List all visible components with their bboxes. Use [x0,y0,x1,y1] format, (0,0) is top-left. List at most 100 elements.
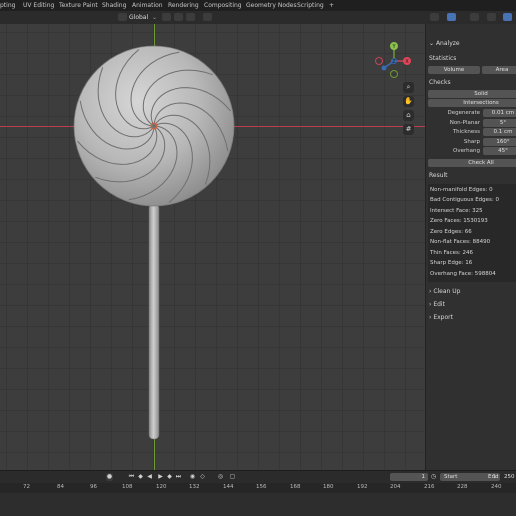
tab-uv-editing[interactable]: UV Editing [23,2,54,9]
frame-tick: 120 [156,484,167,490]
current-frame-field[interactable]: 1 [390,473,428,481]
viewport-header: Global ⌄ [0,11,516,25]
solid-button[interactable]: Solid [428,90,516,98]
result-thin-faces[interactable]: Thin Faces: 246 [430,250,473,256]
play-reverse-icon[interactable]: ◀ [146,473,153,481]
frame-tick: 132 [189,484,200,490]
keying-icon[interactable]: ◉ [189,473,196,481]
keyframe-insert-icon[interactable]: ◇ [199,473,206,481]
frame-tick: 84 [57,484,64,490]
tab-rendering[interactable]: Rendering [168,2,199,9]
next-keyframe-icon[interactable]: ◆ [166,473,173,481]
sidebar-panel: ⌄ Analyze Statistics Volume Area Checks … [425,24,516,470]
gizmo-neg-x-axis[interactable] [375,57,383,65]
intersections-button[interactable]: Intersections [428,99,516,107]
visibility-icon[interactable] [430,13,439,21]
clean-up-section[interactable]: › Clean Up [429,288,460,295]
export-label: Export [433,314,453,321]
frame-tick: 144 [223,484,234,490]
result-bad-contiguous-edges[interactable]: Bad Contiguous Edges: 0 [430,197,499,203]
area-button[interactable]: Area [482,66,516,74]
frame-tick: 72 [23,484,30,490]
result-non-flat-faces[interactable]: Non-flat Faces: 88490 [430,239,490,245]
edit-label: Edit [433,301,445,308]
clock-icon[interactable]: ◷ [430,473,437,481]
frame-ruler[interactable]: 72 84 96 108 120 132 144 156 168 180 192… [0,483,516,493]
transform-orientation-icon[interactable] [118,13,127,21]
overhang-value[interactable]: 45° [483,147,516,155]
frame-tick: 216 [424,484,435,490]
tab-geometry-nodes[interactable]: Geometry Nodes [246,2,297,9]
snap-icon[interactable] [174,13,183,21]
navigation-gizmo[interactable]: Y X Z [372,40,422,90]
keying-set-icon[interactable]: ▢ [229,473,236,481]
tab-scripting[interactable]: Scripting [297,2,324,9]
non-planar-label: Non-Planar [449,120,480,126]
export-section[interactable]: › Export [429,314,453,321]
statistics-label: Statistics [429,55,457,62]
thickness-value[interactable]: 0.1 cm [483,128,516,136]
jump-end-icon[interactable]: ⏭ [175,473,182,481]
start-label: Start [444,474,458,480]
result-intersect-face[interactable]: Intersect Face: 325 [430,208,483,214]
frame-tick: 204 [390,484,401,490]
lollipop-model[interactable] [0,24,425,470]
frame-tick: 156 [256,484,267,490]
play-icon[interactable]: ▶ [157,473,164,481]
tab-texture-paint[interactable]: Texture Paint [59,2,98,9]
volume-button[interactable]: Volume [428,66,480,74]
snap-target-icon[interactable] [186,13,195,21]
end-frame-field[interactable]: End 250 [482,473,516,481]
solid-shading-icon[interactable] [503,13,512,21]
gizmo-x-label: X [405,59,409,65]
frame-tick: 240 [491,484,502,490]
result-zero-faces[interactable]: Zero Faces: 1530193 [430,218,488,224]
frame-tick: 108 [122,484,133,490]
transform-orientation-dropdown[interactable]: Global [129,14,148,21]
overlay-icon[interactable] [470,13,479,21]
xray-icon[interactable] [487,13,496,21]
check-all-button[interactable]: Check All [428,159,516,167]
end-value: 250 [504,474,515,480]
workspace-tabs-bar: pting UV Editing Texture Paint Shading A… [0,0,516,11]
tab-compositing[interactable]: Compositing [204,2,242,9]
analyze-section-header[interactable]: ⌄ Analyze [429,40,460,47]
gizmo-toggle-icon[interactable] [447,13,456,21]
overhang-label: Overhang [453,148,480,154]
check-degenerate[interactable]: Degenerate 0.01 cm [428,109,516,117]
timeline-area[interactable] [0,493,516,516]
3d-viewport[interactable]: Y X Z ⌕ ✋ ⌂ # [0,24,425,470]
jump-start-icon[interactable]: ⏮ [128,473,135,481]
result-overhang-face[interactable]: Overhang Face: 598804 [430,271,496,277]
gizmo-neg-y-axis[interactable] [390,70,398,78]
add-workspace-button[interactable]: + [329,2,334,9]
tab-sculpting[interactable]: pting [0,2,15,9]
chevron-down-icon[interactable]: ⌄ [152,14,157,21]
pivot-point-icon[interactable] [162,13,171,21]
prev-keyframe-icon[interactable]: ◆ [137,473,144,481]
tab-animation[interactable]: Animation [132,2,163,9]
degenerate-value[interactable]: 0.01 cm [483,109,516,117]
pan-hand-icon[interactable]: ✋ [403,96,414,107]
camera-icon[interactable]: ⌂ [403,110,414,121]
frame-tick: 192 [357,484,368,490]
zoom-icon[interactable]: ⌕ [403,82,414,93]
edit-section[interactable]: › Edit [429,301,445,308]
tab-shading[interactable]: Shading [102,2,126,9]
check-sharp[interactable]: Sharp 160° [428,138,516,146]
check-thickness[interactable]: Thickness 0.1 cm [428,128,516,136]
result-sharp-edge[interactable]: Sharp Edge: 16 [430,260,472,266]
result-zero-edges[interactable]: Zero Edges: 66 [430,229,472,235]
check-non-planar[interactable]: Non-Planar 5° [428,119,516,127]
result-non-manifold-edges[interactable]: Non-manifold Edges: 0 [430,187,493,193]
check-overhang[interactable]: Overhang 45° [428,147,516,155]
auto-key-icon[interactable]: ◎ [217,473,224,481]
frame-tick: 168 [290,484,301,490]
gizmo-neg-z-axis[interactable] [381,65,387,71]
grid-icon[interactable]: # [403,124,414,135]
record-icon[interactable]: ● [106,473,113,481]
non-planar-value[interactable]: 5° [483,119,516,127]
sharp-value[interactable]: 160° [483,138,516,146]
proportional-edit-icon[interactable] [203,13,212,21]
checks-label: Checks [429,79,451,86]
